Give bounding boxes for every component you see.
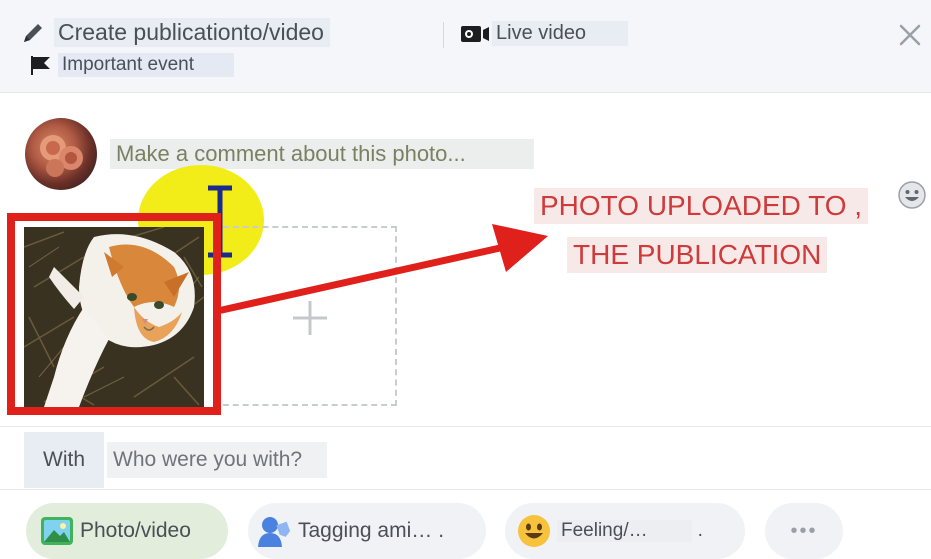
plus-icon[interactable] <box>290 298 330 338</box>
live-video-tab[interactable]: Live video <box>460 21 629 46</box>
more-options-icon: ••• <box>790 519 818 542</box>
with-label: With <box>24 432 104 488</box>
smiley-icon <box>518 515 550 547</box>
photo-annotation-box <box>7 213 221 415</box>
photo-icon <box>41 517 73 545</box>
annotation-text-line2: THE PUBLICATION <box>567 237 828 273</box>
emoji-icon[interactable] <box>897 180 927 210</box>
with-people-input[interactable]: Who were you with? <box>107 442 327 478</box>
tag-friends-suffix: . <box>438 519 445 542</box>
video-camera-icon <box>461 25 489 42</box>
flag-icon <box>31 56 50 75</box>
toolbar-divider <box>443 22 444 48</box>
create-publication-tab[interactable]: Create publicationto/video <box>20 18 330 47</box>
feeling-activity-suffix: . <box>697 520 703 541</box>
feeling-activity-label: Feeling/… <box>557 520 692 542</box>
live-video-label: Live video <box>492 21 629 46</box>
tag-friends-label: Tagging ami… <box>298 519 433 542</box>
annotation-text-line1: PHOTO UPLOADED TO , <box>534 188 869 224</box>
important-event-label: Important event <box>58 53 235 77</box>
create-publication-label: Create publicationto/video <box>54 18 330 47</box>
close-icon[interactable] <box>897 22 923 48</box>
important-event-tab[interactable]: Important event <box>28 53 235 77</box>
pencil-icon <box>24 23 42 42</box>
tag-people-icon <box>258 517 291 547</box>
avatar <box>25 118 97 190</box>
avatar-roses-image <box>40 135 83 177</box>
comment-input[interactable]: Make a comment about this photo... <box>110 139 534 169</box>
photo-video-label: Photo/video <box>80 519 191 542</box>
